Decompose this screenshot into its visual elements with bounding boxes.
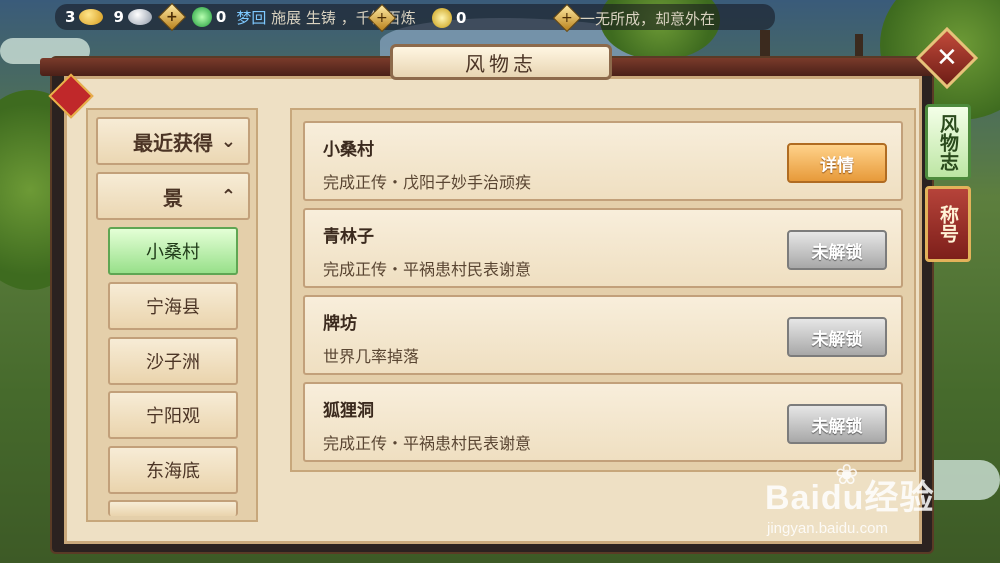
entry-row: 青林子 完成正传・平祸患村民表谢意 未解锁 [303, 208, 903, 288]
ticker-text-1: 施展 [271, 8, 302, 27]
place-item-ningyangguan[interactable]: 宁阳观 [108, 391, 238, 439]
locked-button[interactable]: 未解锁 [787, 317, 887, 357]
entry-name: 小桑村 [323, 140, 374, 160]
close-icon: ✕ [936, 42, 958, 73]
entry-row: 牌坊 世界几率掉落 未解锁 [303, 295, 903, 375]
jade-count: 0 [215, 8, 227, 26]
gold-currency: 3 [65, 8, 104, 26]
silver-ingot-icon [127, 9, 152, 25]
tab-title[interactable]: 称号 [925, 186, 971, 262]
yuanbao-currency: 0 [432, 8, 466, 28]
place-item-shazizhou[interactable]: 沙子洲 [108, 337, 238, 385]
entry-desc: 完成正传・平祸患村民表谢意 [323, 260, 532, 279]
baidu-watermark: ❀ Baidu经验 jingyan.baidu.com [765, 458, 995, 548]
entry-desc: 完成正传・戊阳子妙手治顽疾 [323, 173, 532, 192]
yuanbao-icon [432, 8, 452, 28]
category-recent-label: 最近获得 [133, 130, 213, 155]
tab-fengwuzhi-label: 风物志 [937, 113, 959, 171]
details-button[interactable]: 详情 [787, 143, 887, 183]
silver-count: 9 [113, 8, 124, 26]
tab-title-label: 称号 [937, 205, 959, 243]
category-scenery[interactable]: 景 ⌃ [96, 172, 250, 220]
ticker-highlight: 梦回 [236, 8, 267, 27]
yuanbao-count: 0 [456, 9, 467, 27]
locked-button[interactable]: 未解锁 [787, 404, 887, 444]
jade-icon [191, 7, 212, 27]
gold-count: 3 [65, 8, 76, 26]
entry-name: 狐狸洞 [323, 401, 374, 421]
entry-desc: 完成正传・平祸患村民表谢意 [323, 434, 532, 453]
watermark-site: jingyan.baidu.com [767, 520, 888, 537]
category-scenery-label: 景 [163, 185, 183, 210]
window-title: 风物志 [390, 44, 612, 80]
gold-ingot-icon [79, 9, 104, 25]
chevron-down-icon: ⌄ [220, 130, 236, 152]
ticker-text-4: 一无所成，却意外在 [580, 10, 716, 28]
entry-name: 青林子 [323, 227, 374, 247]
watermark-brand: Baidu经验 [765, 479, 935, 517]
entry-desc: 世界几率掉落 [323, 347, 420, 366]
entry-name: 牌坊 [323, 314, 357, 334]
jade-currency: 0 [191, 7, 227, 27]
tab-fengwuzhi[interactable]: 风物志 [925, 104, 971, 180]
add-currency-button[interactable]: + [157, 2, 187, 32]
place-item-xiaosangcun[interactable]: 小桑村 [108, 227, 238, 275]
entry-row: 狐狸洞 完成正传・平祸患村民表谢意 未解锁 [303, 382, 903, 462]
locked-button[interactable]: 未解锁 [787, 230, 887, 270]
entry-row: 小桑村 完成正传・戊阳子妙手治顽疾 详情 [303, 121, 903, 201]
chevron-up-icon: ⌃ [220, 185, 236, 207]
place-item-ninghaixian[interactable]: 宁海县 [108, 282, 238, 330]
category-recent[interactable]: 最近获得 ⌄ [96, 117, 250, 165]
place-item-partial[interactable] [108, 500, 238, 516]
place-item-donghaidi[interactable]: 东海底 [108, 446, 238, 494]
silver-currency: 9 [113, 8, 152, 26]
ticker-text-2: 生铸 [305, 8, 336, 27]
